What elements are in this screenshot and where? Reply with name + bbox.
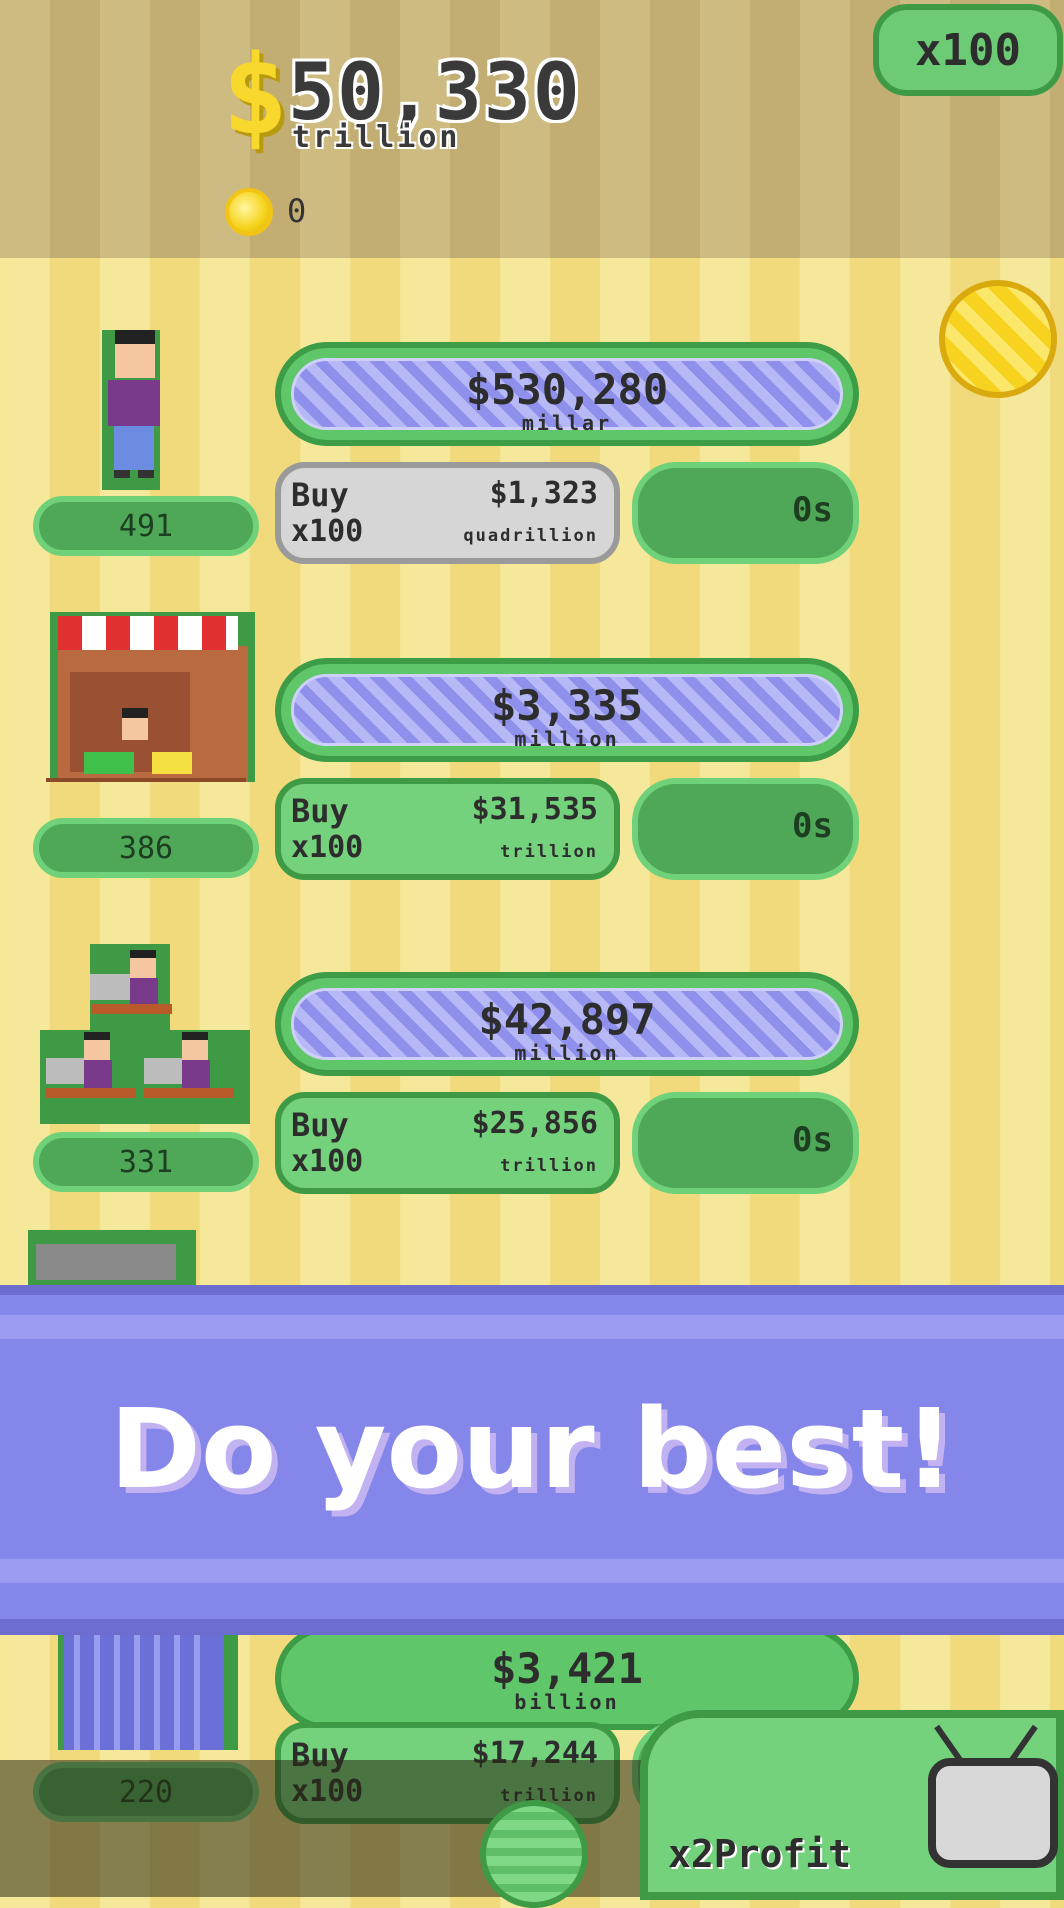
buy-qty: x100 bbox=[291, 1144, 364, 1179]
business-3-profit-value: $42,897 bbox=[478, 995, 656, 1044]
business-row-2: 386 $3,335 million Buy x100 $31,535 tril… bbox=[0, 612, 1064, 880]
dollar-icon: $ bbox=[222, 31, 289, 159]
business-1-count: 491 bbox=[33, 496, 259, 556]
business-1-timer[interactable]: 0s bbox=[632, 462, 859, 564]
business-1-avatar[interactable] bbox=[40, 320, 260, 490]
banner-stripe bbox=[0, 1315, 1064, 1339]
business-2-profit-bar[interactable]: $3,335 million bbox=[275, 658, 859, 762]
buy-label: Buy bbox=[291, 792, 349, 830]
business-4-profit-value: $3,421 bbox=[491, 1644, 643, 1693]
buy-qty: x100 bbox=[291, 830, 364, 865]
buy-label: Buy bbox=[291, 476, 349, 514]
business-row-3: 331 $42,897 million Buy x100 $25,856 tri… bbox=[0, 944, 1064, 1194]
business-2-timer[interactable]: 0s bbox=[632, 778, 859, 880]
timer-value: 0s bbox=[792, 1120, 833, 1160]
business-3-profit-bar[interactable]: $42,897 million bbox=[275, 972, 859, 1076]
gem-count: 0 bbox=[287, 192, 307, 230]
business-2-profit-unit: million bbox=[514, 727, 620, 751]
business-3-avatar[interactable] bbox=[40, 944, 260, 1124]
ad-offer-label: x2Profit bbox=[668, 1832, 852, 1876]
banner-message: Do your best! bbox=[109, 1385, 955, 1513]
buy-unit: quadrillion bbox=[463, 526, 598, 546]
business-1-profit-value: $530,280 bbox=[465, 365, 669, 414]
business-1-profit-unit: millar bbox=[521, 411, 613, 435]
business-3-timer[interactable]: 0s bbox=[632, 1092, 859, 1194]
encouragement-banner: Do your best! bbox=[0, 1285, 1064, 1635]
tv-icon bbox=[928, 1758, 1058, 1868]
business-4-avatar-top bbox=[28, 1230, 196, 1286]
manager-round-button[interactable] bbox=[480, 1800, 588, 1908]
business-2-buy-button[interactable]: Buy x100 $31,535 trillion bbox=[275, 778, 620, 880]
business-2-count: 386 bbox=[33, 818, 259, 878]
buy-price: $31,535 bbox=[471, 792, 598, 827]
business-3-buy-button[interactable]: Buy x100 $25,856 trillion bbox=[275, 1092, 620, 1194]
buy-unit: trillion bbox=[500, 842, 598, 862]
timer-value: 0s bbox=[792, 806, 833, 846]
buy-unit: trillion bbox=[500, 1156, 598, 1176]
gem-coin-icon bbox=[225, 188, 273, 236]
money-unit: trillion bbox=[292, 120, 461, 155]
ad-offer-panel[interactable]: x2Profit bbox=[640, 1710, 1064, 1900]
buy-multiplier-button[interactable]: x100 bbox=[873, 4, 1063, 96]
business-2-profit-value: $3,335 bbox=[491, 681, 643, 730]
business-row-1: 491 $530,280 millar Buy x100 $1,323 quad… bbox=[0, 320, 1064, 564]
business-1-buy-button[interactable]: Buy x100 $1,323 quadrillion bbox=[275, 462, 620, 564]
buy-qty: x100 bbox=[291, 514, 364, 549]
buy-price: $25,856 bbox=[471, 1106, 598, 1141]
business-1-profit-bar[interactable]: $530,280 millar bbox=[275, 342, 859, 446]
banner-stripe bbox=[0, 1559, 1064, 1583]
business-3-profit-unit: million bbox=[514, 1041, 620, 1065]
buy-price: $1,323 bbox=[489, 476, 598, 511]
business-2-avatar[interactable] bbox=[40, 612, 260, 812]
timer-value: 0s bbox=[792, 490, 833, 530]
buy-label: Buy bbox=[291, 1106, 349, 1144]
business-3-count: 331 bbox=[33, 1132, 259, 1192]
